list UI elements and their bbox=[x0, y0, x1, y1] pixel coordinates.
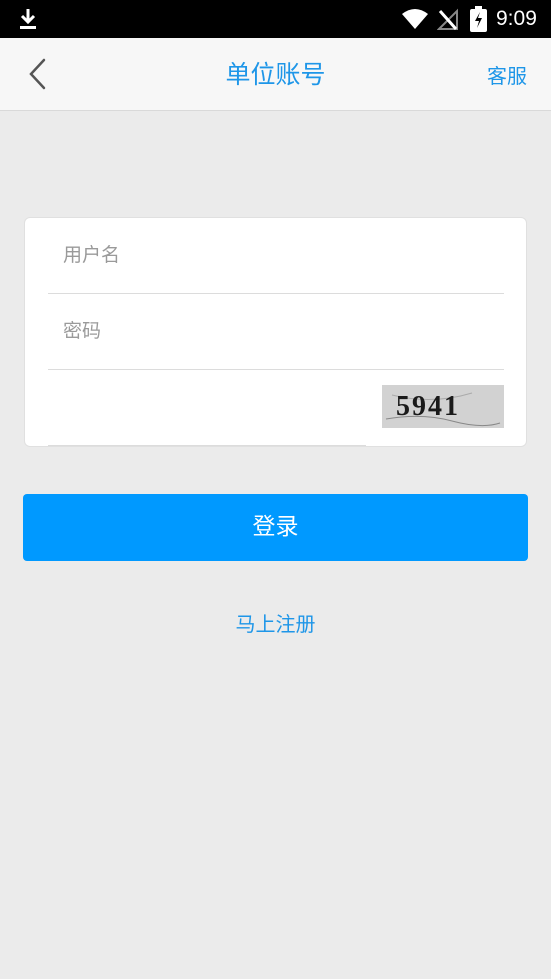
login-button[interactable]: 登录 bbox=[23, 494, 528, 561]
captcha-underline bbox=[48, 445, 366, 446]
battery-charging-icon bbox=[470, 6, 487, 32]
password-field bbox=[48, 294, 504, 370]
wifi-icon bbox=[402, 9, 428, 29]
captcha-text: 5941 bbox=[396, 391, 460, 422]
username-input[interactable] bbox=[63, 218, 483, 292]
app-bar: 单位账号 客服 bbox=[0, 38, 551, 111]
captcha-field: 5941 bbox=[48, 370, 504, 446]
status-bar: 9:09 bbox=[0, 0, 551, 38]
captcha-input[interactable] bbox=[63, 370, 363, 444]
no-signal-icon bbox=[437, 8, 458, 30]
captcha-image[interactable]: 5941 bbox=[382, 385, 504, 428]
username-field bbox=[48, 218, 504, 294]
customer-service-button[interactable]: 客服 bbox=[487, 61, 527, 91]
captcha-graphic: 5941 bbox=[382, 385, 504, 428]
download-icon bbox=[20, 9, 36, 29]
login-form-card: 5941 bbox=[24, 217, 527, 447]
password-input[interactable] bbox=[63, 294, 483, 368]
page-title: 单位账号 bbox=[225, 60, 326, 89]
status-time: 9:09 bbox=[496, 7, 537, 30]
register-link[interactable]: 马上注册 bbox=[0, 609, 551, 639]
